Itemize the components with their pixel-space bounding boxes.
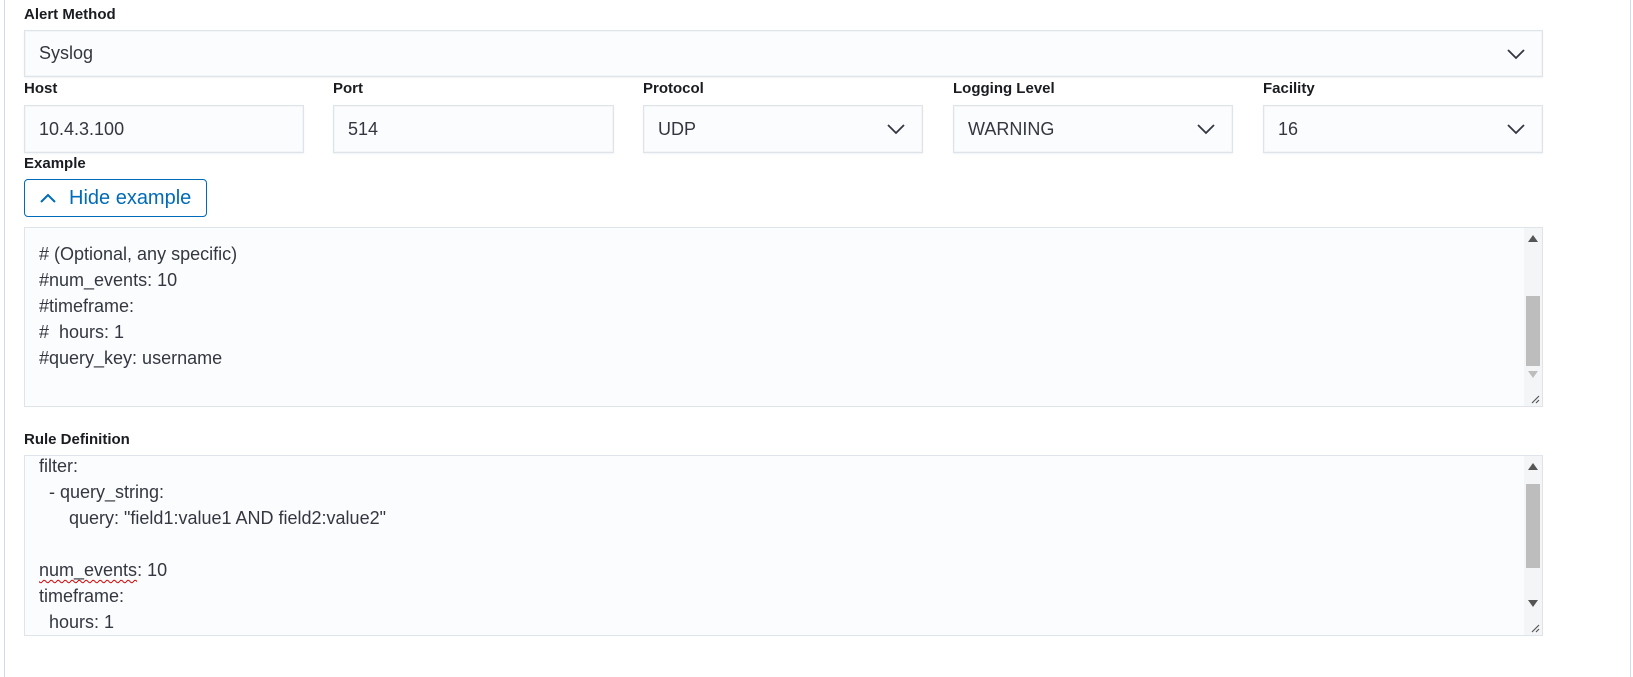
alert-method-label: Alert Method xyxy=(24,6,116,23)
protocol-label: Protocol xyxy=(643,80,704,97)
chevron-down-icon xyxy=(1507,124,1525,135)
rule-definition-scrollbar-thumb[interactable] xyxy=(1526,484,1540,568)
example-line: #query_key: username xyxy=(39,348,223,368)
chevron-down-icon xyxy=(1197,124,1215,135)
alert-method-value: Syslog xyxy=(39,43,94,63)
example-label: Example xyxy=(24,155,86,172)
port-label: Port xyxy=(333,80,363,97)
rule-line: filter: xyxy=(39,456,79,476)
port-input[interactable]: 514 xyxy=(333,105,614,153)
example-scrollbar-thumb[interactable] xyxy=(1526,296,1540,366)
rule-definition-code-area[interactable]: filter: - query_string: query: "field1:v… xyxy=(24,455,1543,636)
hide-example-button[interactable]: Hide example xyxy=(24,179,207,217)
protocol-value: UDP xyxy=(658,118,697,139)
scroll-up-arrow-icon[interactable] xyxy=(1528,235,1538,242)
chevron-up-icon xyxy=(40,193,56,203)
host-label: Host xyxy=(24,80,58,97)
host-value: 10.4.3.100 xyxy=(39,118,125,139)
rule-line-num-events: num_events: 10 xyxy=(39,557,386,583)
example-line: #num_events: 10 xyxy=(39,270,178,290)
hide-example-label: Hide example xyxy=(69,186,192,209)
facility-value: 16 xyxy=(1278,118,1299,139)
chevron-down-icon xyxy=(887,124,905,135)
facility-select[interactable]: 16 xyxy=(1263,105,1543,153)
alert-method-select[interactable]: Syslog xyxy=(24,30,1543,77)
facility-label: Facility xyxy=(1263,80,1315,97)
example-line: # (Optional, any specific) xyxy=(39,244,238,264)
host-input[interactable]: 10.4.3.100 xyxy=(24,105,304,153)
rule-line: timeframe: xyxy=(39,586,125,606)
rule-line-rest: : 10 xyxy=(137,560,168,580)
protocol-select[interactable]: UDP xyxy=(643,105,923,153)
logging-level-value: WARNING xyxy=(968,118,1055,139)
chevron-down-icon xyxy=(1507,48,1525,59)
rule-line: hours: 1 xyxy=(39,612,115,632)
port-value: 514 xyxy=(348,118,379,139)
logging-level-label: Logging Level xyxy=(953,80,1055,97)
example-line: #timeframe: xyxy=(39,296,135,316)
example-scrollbar[interactable] xyxy=(1524,228,1542,406)
example-line: # hours: 1 xyxy=(39,322,125,342)
scroll-down-arrow-icon[interactable] xyxy=(1528,600,1538,607)
rule-line: - query_string: xyxy=(39,482,165,502)
example-code-area[interactable]: # (Optional, any specific) #num_events: … xyxy=(24,227,1543,407)
spellcheck-flagged-word: num_events xyxy=(39,560,138,580)
resize-grip-icon[interactable] xyxy=(1528,621,1540,633)
scroll-up-arrow-icon[interactable] xyxy=(1528,463,1538,470)
scroll-down-arrow-icon[interactable] xyxy=(1528,371,1538,378)
rule-definition-label: Rule Definition xyxy=(24,431,130,448)
logging-level-select[interactable]: WARNING xyxy=(953,105,1233,153)
rule-definition-scrollbar[interactable] xyxy=(1524,456,1542,635)
rule-line xyxy=(39,531,386,557)
resize-grip-icon[interactable] xyxy=(1528,392,1540,404)
rule-line: query: "field1:value1 AND field2:value2" xyxy=(39,508,386,528)
